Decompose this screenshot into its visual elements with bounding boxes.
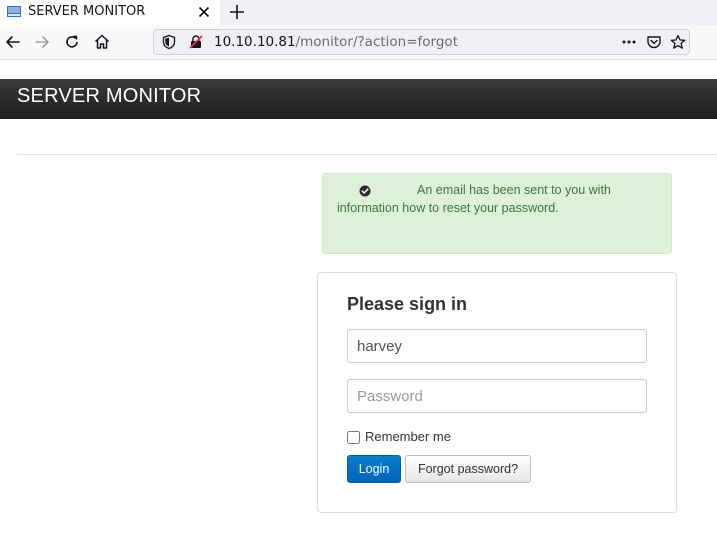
success-alert: An email has been sent to you with infor… [322,173,672,254]
tab-strip: SERVER MONITOR [0,0,717,25]
reload-icon[interactable] [63,33,81,51]
back-arrow-icon[interactable] [4,33,22,51]
close-tab-icon[interactable] [196,4,212,20]
insecure-lock-icon[interactable] [188,34,204,50]
alert-message: An email has been sent to you with infor… [337,183,611,215]
navigation-toolbar: 10.10.10.81/monitor/?action=forgot [0,25,717,60]
page-actions-icon[interactable] [621,34,637,50]
remember-me-label[interactable]: Remember me [365,429,451,444]
url-host: 10.10.10.81 [214,34,296,50]
shield-icon[interactable] [161,34,177,50]
site-header: SERVER MONITOR [0,79,717,119]
url-text[interactable]: 10.10.10.81/monitor/?action=forgot [214,34,458,50]
bookmark-star-icon[interactable] [670,34,686,50]
url-path: /monitor/?action=forgot [295,34,458,50]
forgot-password-button[interactable]: Forgot password? [405,455,531,483]
new-tab-icon[interactable] [228,3,246,21]
signin-title: Please sign in [347,294,468,314]
favicon-icon [7,6,21,17]
password-input[interactable] [347,379,647,413]
browser-tab[interactable]: SERVER MONITOR [0,0,220,25]
forward-arrow-icon[interactable] [33,33,51,51]
username-input[interactable] [347,329,647,363]
remember-me-checkbox[interactable] [347,431,360,444]
divider [17,154,717,155]
signin-panel: Please sign in Remember me Login Forgot … [317,272,677,513]
tab-title: SERVER MONITOR [28,4,146,19]
site-brand[interactable]: SERVER MONITOR [17,85,201,108]
home-icon[interactable] [93,33,111,51]
login-button[interactable]: Login [347,455,401,483]
page-top-spacer [0,60,717,79]
pocket-icon[interactable] [646,34,662,50]
url-bar[interactable]: 10.10.10.81/monitor/?action=forgot [153,29,690,55]
